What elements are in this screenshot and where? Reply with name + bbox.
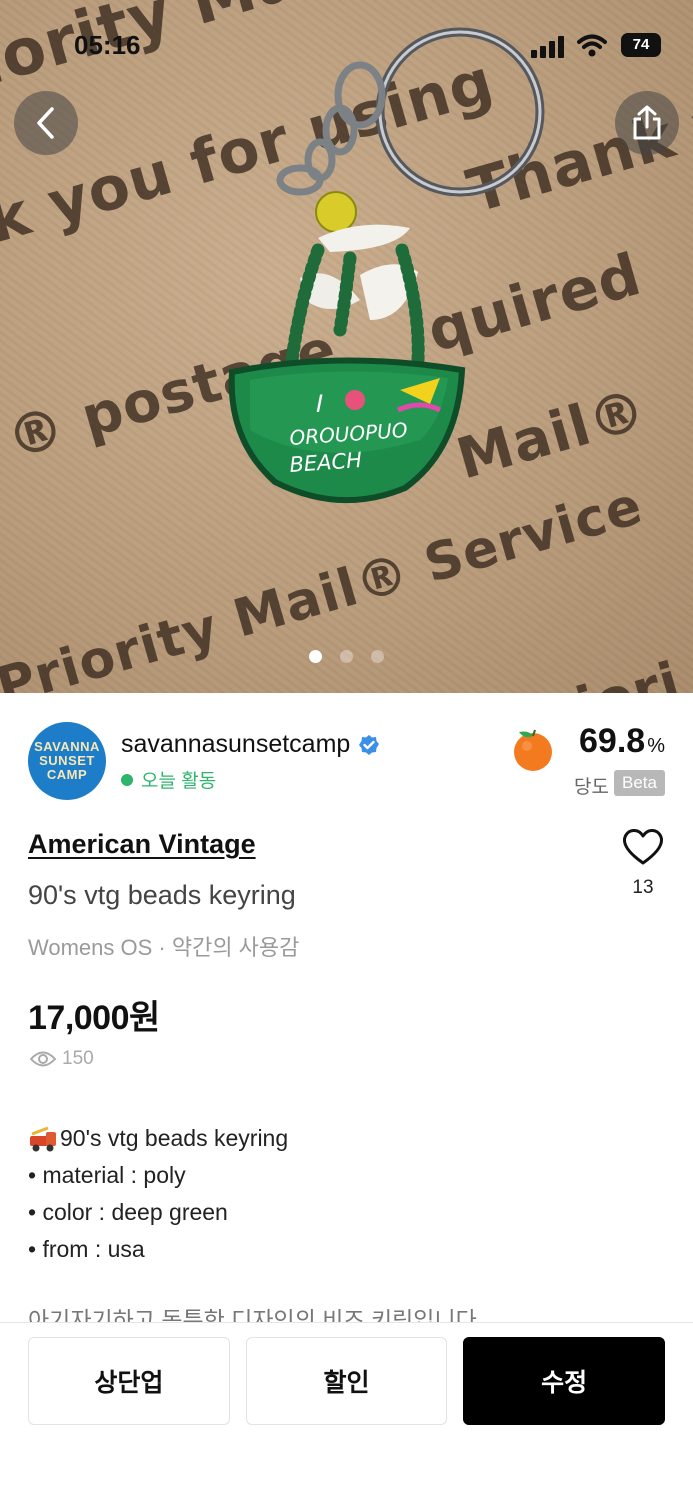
- seller-avatar[interactable]: SAVANNA SUNSET CAMP: [28, 722, 106, 800]
- activity-status: 오늘 활동: [121, 766, 216, 793]
- brand-link[interactable]: American Vintage: [28, 829, 256, 860]
- share-icon: [633, 105, 661, 140]
- bottom-bar-divider: [0, 1322, 693, 1323]
- beta-badge: Beta: [614, 770, 665, 796]
- seller-score[interactable]: 69.8% 당도 Beta: [505, 722, 665, 802]
- like-button[interactable]: 13: [621, 828, 665, 899]
- page-dot-active[interactable]: [309, 650, 322, 663]
- avatar-text: CAMP: [46, 767, 88, 782]
- view-count-value: 150: [62, 1048, 94, 1069]
- description-truncated: 아기자기하고 독특한 디자인의 비즈 키링입니다: [28, 1307, 477, 1322]
- online-dot-icon: [121, 773, 133, 786]
- description: 90's vtg beads keyring • material : poly…: [28, 1120, 288, 1268]
- back-button[interactable]: [14, 91, 78, 155]
- heart-icon: [623, 829, 663, 865]
- description-line: • color : deep green: [28, 1199, 228, 1225]
- wifi-icon: [577, 34, 607, 57]
- chevron-left-icon: [37, 107, 54, 139]
- photo-pagination: [0, 650, 693, 663]
- status-time: 05:16: [74, 30, 141, 60]
- price: 17,000원: [28, 999, 160, 1037]
- seller-section[interactable]: SAVANNA SUNSET CAMP savannasunsetcamp 오늘…: [28, 720, 665, 804]
- score-value: 69.8%: [579, 722, 665, 760]
- fire-truck-icon: [30, 1126, 56, 1151]
- tangerine-icon: [514, 729, 552, 771]
- keyring-print-text: I: [316, 390, 323, 418]
- keyring-image: I OROUOPUO BEACH: [228, 27, 545, 504]
- product-title: 90's vtg beads keyring: [28, 880, 296, 910]
- like-count: 13: [632, 877, 654, 898]
- activity-label: 오늘 활동: [141, 771, 217, 792]
- edit-button[interactable]: 수정: [463, 1337, 666, 1425]
- product-photo[interactable]: iority Mail k you for using Thank y ® po…: [0, 0, 693, 693]
- action-bar: 상단업 할인 수정: [28, 1337, 666, 1425]
- verified-badge-icon: [359, 734, 380, 755]
- share-button[interactable]: [615, 91, 679, 155]
- product-meta: Womens OS · 약간의 사용감: [28, 935, 300, 960]
- description-line: • from : usa: [28, 1236, 145, 1262]
- seller-name-row[interactable]: savannasunsetcamp: [121, 730, 380, 759]
- view-count: 150: [30, 1048, 94, 1070]
- keyring-print-text: BEACH: [289, 448, 363, 477]
- avatar-text: SUNSET: [39, 753, 95, 768]
- eye-icon: [30, 1051, 56, 1067]
- avatar-text: SAVANNA: [34, 739, 100, 754]
- page-dot[interactable]: [371, 650, 384, 663]
- status-bar: 05:16 74: [0, 28, 693, 64]
- description-line: • material : poly: [28, 1162, 186, 1188]
- battery-icon: 74: [621, 33, 661, 57]
- description-line: 90's vtg beads keyring: [60, 1125, 289, 1151]
- cellular-signal-icon: [531, 36, 564, 58]
- discount-button[interactable]: 할인: [245, 1337, 448, 1425]
- seller-name: savannasunsetcamp: [121, 730, 351, 758]
- page-dot[interactable]: [340, 650, 353, 663]
- bump-button[interactable]: 상단업: [28, 1337, 230, 1425]
- score-label: 당도: [574, 777, 609, 798]
